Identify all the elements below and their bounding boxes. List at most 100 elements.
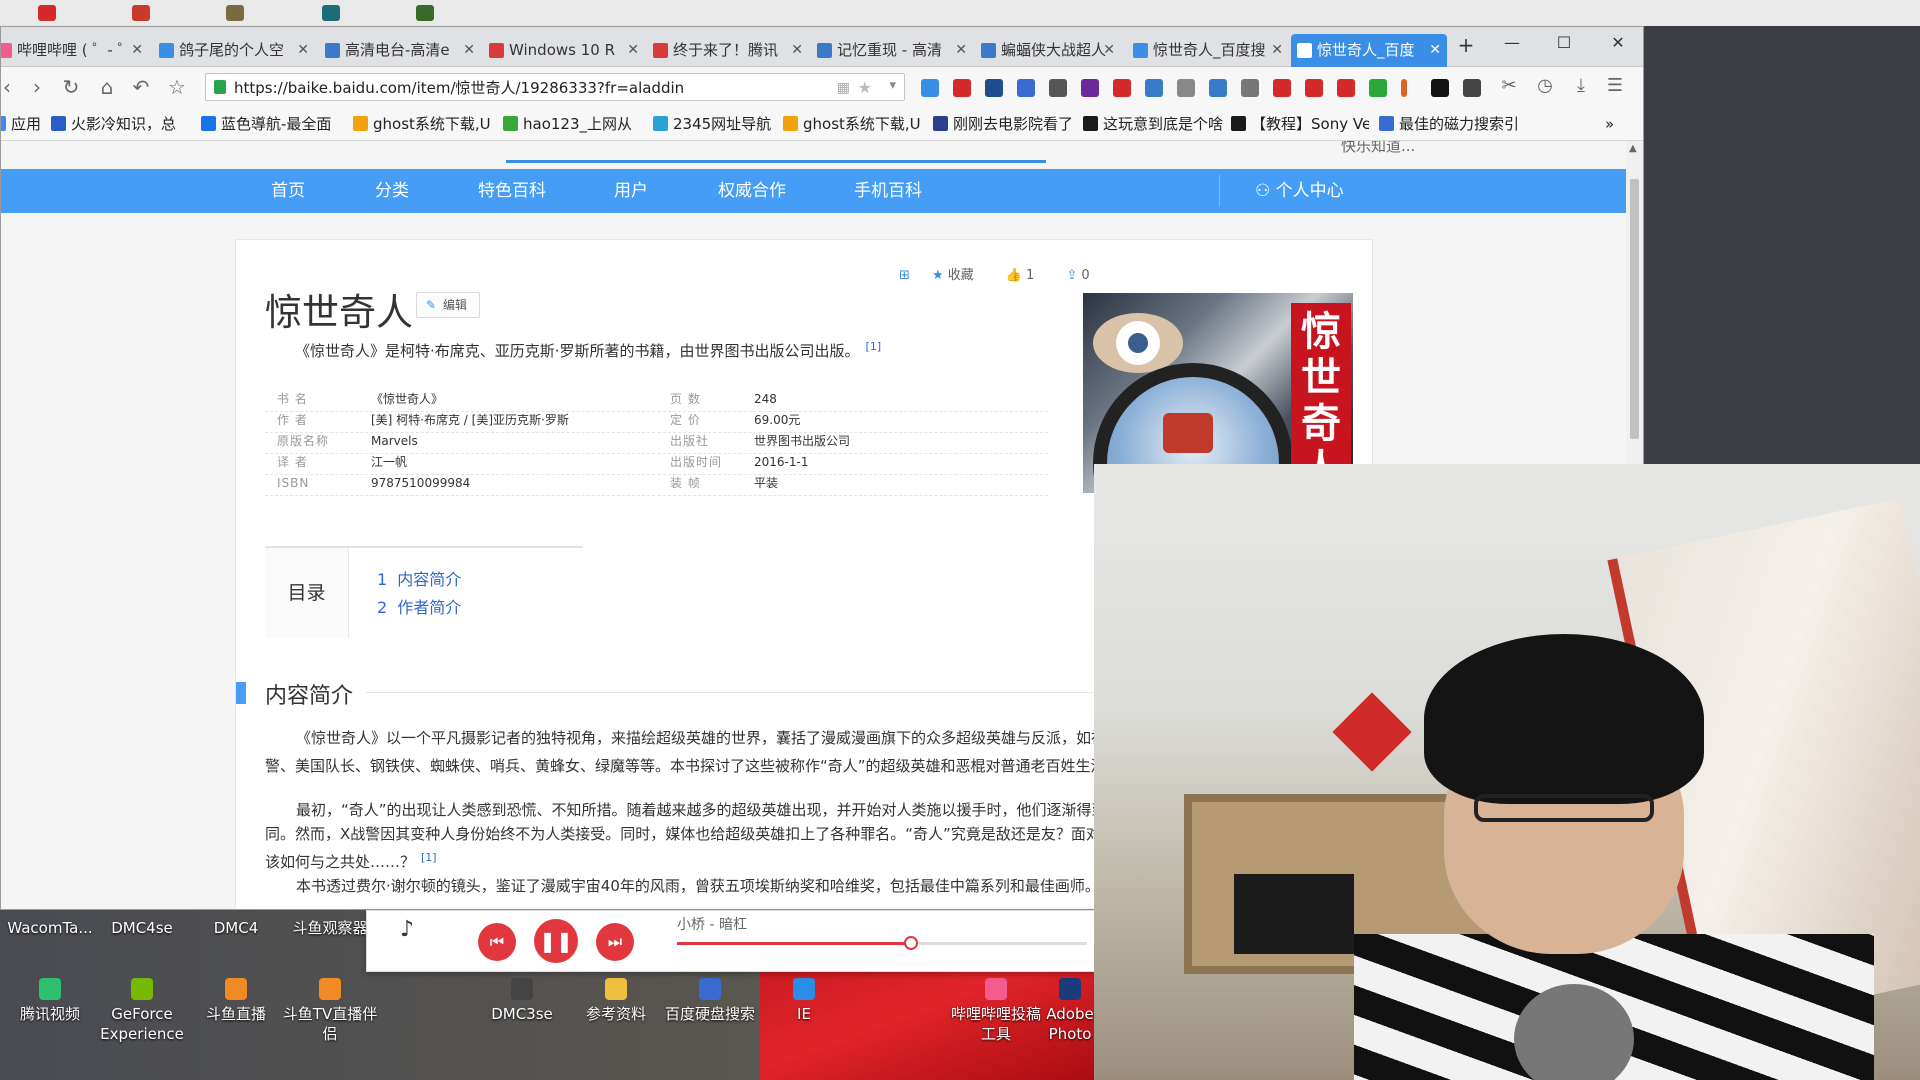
- app-icon[interactable]: [416, 5, 434, 21]
- cut-icon[interactable]: ✂: [1495, 75, 1523, 96]
- extension-icon[interactable]: [1305, 79, 1323, 97]
- close-tab-icon[interactable]: ✕: [627, 34, 639, 67]
- desktop-icon[interactable]: Adobe Photo: [1040, 978, 1100, 1044]
- address-bar[interactable]: https://baike.baidu.com/item/惊世奇人/192863…: [205, 73, 905, 101]
- desktop-icon[interactable]: 斗鱼观察器: [280, 918, 380, 938]
- close-tab-icon[interactable]: ✕: [1429, 34, 1441, 67]
- bookmark-item[interactable]: 2345网址导航: [651, 107, 779, 141]
- close-tab-icon[interactable]: ✕: [1271, 34, 1283, 67]
- extension-icon[interactable]: [921, 79, 939, 97]
- tab[interactable]: Windows 10 R ✕: [483, 34, 645, 67]
- nav-mobile[interactable]: 手机百科: [854, 169, 922, 213]
- extension-icon[interactable]: [1145, 79, 1163, 97]
- nav-home[interactable]: 首页: [271, 169, 305, 213]
- desktop-icon[interactable]: 参考资料: [566, 978, 666, 1024]
- nav-featured[interactable]: 特色百科: [478, 169, 546, 213]
- tab[interactable]: 记忆重现 - 高清 ✕: [811, 34, 973, 67]
- pause-button[interactable]: ❚❚: [534, 919, 578, 963]
- like-button[interactable]: 👍 1: [1006, 268, 1048, 283]
- tab[interactable]: 高清电台-高清e ✕: [319, 34, 481, 67]
- scroll-up-icon[interactable]: ▲: [1629, 143, 1637, 154]
- toc-item[interactable]: 2 作者简介: [377, 594, 461, 618]
- desktop-icon[interactable]: DMC3se: [472, 978, 572, 1024]
- bookmark-item[interactable]: 【教程】Sony Ve: [1229, 107, 1369, 141]
- close-tab-icon[interactable]: ✕: [791, 34, 803, 67]
- extension-icon[interactable]: [1241, 79, 1259, 97]
- qr-code-icon[interactable]: ▦: [837, 80, 850, 96]
- reload-icon[interactable]: ↻: [57, 75, 85, 99]
- bookmark-item[interactable]: 最佳的磁力搜索引: [1377, 107, 1519, 141]
- undo-icon[interactable]: ↶: [127, 75, 155, 99]
- app-icon[interactable]: [38, 5, 56, 21]
- desktop-icon[interactable]: 斗鱼直播: [186, 978, 286, 1024]
- extension-icon[interactable]: [985, 79, 1003, 97]
- extension-icon[interactable]: [1113, 79, 1131, 97]
- bookmark-item[interactable]: 应用: [1, 107, 45, 141]
- extension-icon[interactable]: [1369, 79, 1387, 97]
- app-icon[interactable]: [132, 5, 150, 21]
- progress-knob[interactable]: [903, 936, 918, 950]
- reference-link[interactable]: [1]: [421, 851, 437, 864]
- app-icon[interactable]: [226, 5, 244, 21]
- scrollbar-thumb[interactable]: [1630, 179, 1639, 439]
- forward-icon[interactable]: ›: [23, 75, 51, 99]
- previous-track-button[interactable]: ⏮: [478, 923, 516, 961]
- collect-button[interactable]: ★ 收藏: [932, 268, 988, 283]
- desktop-icon[interactable]: IE: [754, 978, 854, 1024]
- close-tab-icon[interactable]: ✕: [131, 34, 143, 67]
- add-icon[interactable]: ⊞: [899, 268, 914, 283]
- desktop-icon[interactable]: DMC4: [186, 918, 286, 938]
- extension-icon[interactable]: [1081, 79, 1099, 97]
- bookmark-item[interactable]: hao123_上网从: [501, 107, 641, 141]
- app-icon[interactable]: [322, 5, 340, 21]
- nav-users[interactable]: 用户: [614, 169, 648, 213]
- nav-category[interactable]: 分类: [375, 169, 409, 213]
- share-count-button[interactable]: ⇪ 0: [1066, 268, 1103, 283]
- back-icon[interactable]: ‹: [1, 75, 21, 99]
- tab[interactable]: 终于来了！腾讯 ✕: [647, 34, 809, 67]
- tab[interactable]: 鸽子尾的个人空 ✕: [153, 34, 315, 67]
- history-icon[interactable]: ◷: [1531, 75, 1559, 96]
- dropdown-icon[interactable]: ▾: [889, 78, 896, 93]
- new-tab-button[interactable]: +: [1451, 33, 1481, 57]
- bookmark-star-icon[interactable]: ☆: [163, 75, 191, 99]
- desktop-icon[interactable]: 斗鱼TV直播伴侣: [280, 978, 380, 1044]
- bookmark-item[interactable]: 蓝色導航-最全面: [199, 107, 341, 141]
- download-icon[interactable]: ⤓: [1567, 75, 1595, 96]
- extension-icon[interactable]: [1177, 79, 1195, 97]
- minimize-icon[interactable]: —: [1497, 33, 1527, 52]
- book-cover-image[interactable]: 惊世奇人: [1083, 293, 1353, 493]
- tab[interactable]: 惊世奇人_百度搜 ✕: [1127, 34, 1289, 67]
- extension-icon[interactable]: [1337, 79, 1355, 97]
- close-tab-icon[interactable]: ✕: [1103, 34, 1115, 67]
- extension-icon[interactable]: [1431, 79, 1449, 97]
- desktop-icon[interactable]: DMC4se: [92, 918, 192, 938]
- close-tab-icon[interactable]: ✕: [463, 34, 475, 67]
- desktop-icon[interactable]: 哔哩哔哩投稿工具: [946, 978, 1046, 1044]
- maximize-icon[interactable]: ☐: [1549, 33, 1579, 52]
- star-icon[interactable]: ★: [858, 78, 872, 97]
- bookmark-item[interactable]: ghost系统下载,U: [781, 107, 923, 141]
- home-icon[interactable]: ⌂: [93, 75, 121, 99]
- search-box-partial[interactable]: [506, 141, 1046, 163]
- close-window-icon[interactable]: ✕: [1603, 33, 1633, 52]
- bookmarks-overflow[interactable]: »: [1605, 107, 1635, 141]
- extension-icon[interactable]: [1049, 79, 1067, 97]
- tab[interactable]: 蝙蝠侠大战超人 ✕: [975, 34, 1121, 67]
- menu-icon[interactable]: ☰: [1601, 75, 1629, 96]
- tab[interactable]: 哔哩哔哩 ( ゜- ゜ ✕: [1, 34, 149, 67]
- bookmark-item[interactable]: 刚刚去电影院看了: [931, 107, 1073, 141]
- desktop-icon[interactable]: WacomTa...: [0, 918, 100, 938]
- edit-button[interactable]: ✎ 编辑: [416, 292, 480, 318]
- progress-bar[interactable]: [677, 936, 1087, 950]
- toc-item[interactable]: 1 内容简介: [377, 566, 461, 590]
- extension-icon[interactable]: [1401, 79, 1407, 97]
- reference-link[interactable]: [1]: [866, 340, 882, 353]
- next-track-button[interactable]: ⏭: [596, 923, 634, 961]
- nav-partners[interactable]: 权威合作: [718, 169, 786, 213]
- close-tab-icon[interactable]: ✕: [297, 34, 309, 67]
- extension-icon[interactable]: [1273, 79, 1291, 97]
- user-center-link[interactable]: ⚇ 个人中心: [1255, 169, 1344, 213]
- bookmark-item[interactable]: ghost系统下载,U: [351, 107, 493, 141]
- bookmark-item[interactable]: 这玩意到底是个啥: [1081, 107, 1223, 141]
